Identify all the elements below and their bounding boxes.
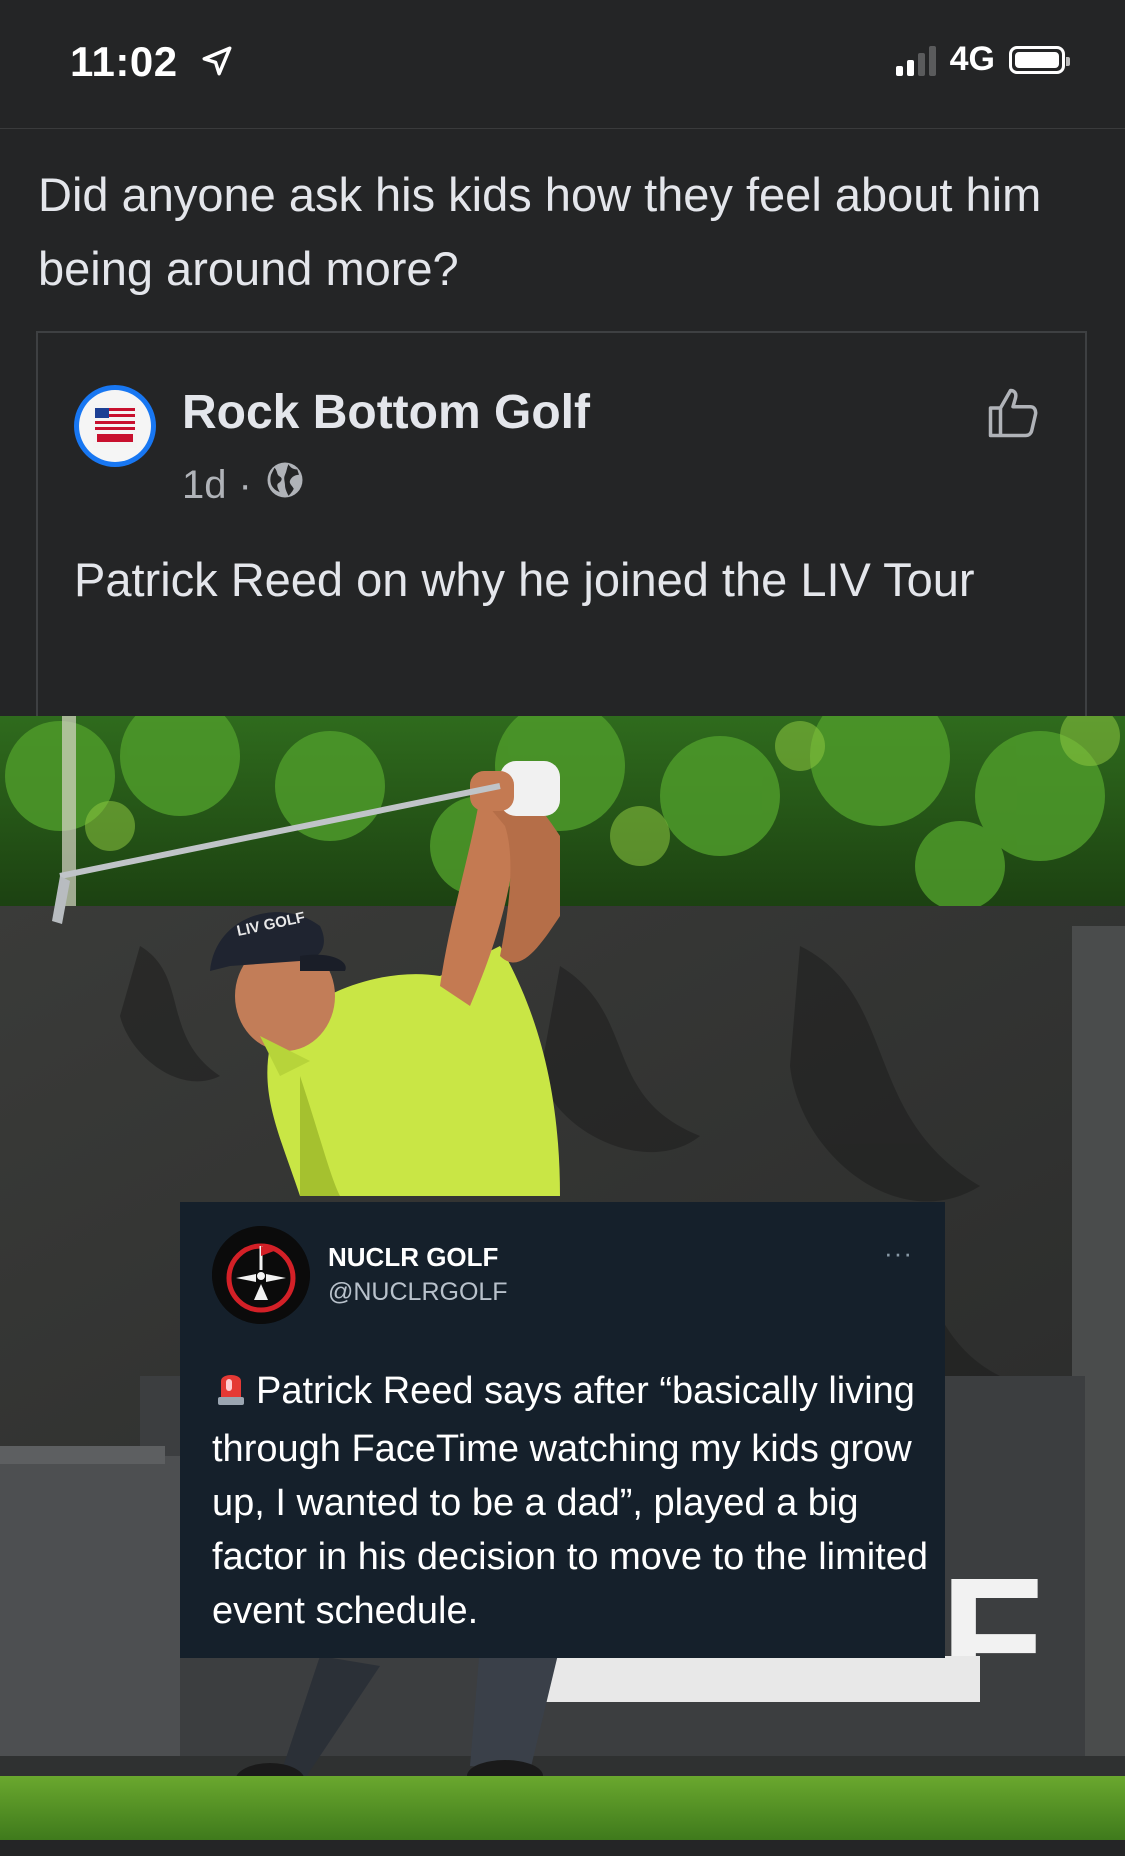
tweet-text: Patrick Reed says after “basically livin…: [212, 1364, 932, 1638]
status-bar: 11:02 4G: [0, 0, 1125, 129]
shared-post-text: Patrick Reed on why he joined the LIV To…: [74, 553, 975, 606]
status-time: 11:02: [70, 38, 178, 85]
sign-text: F: [940, 1543, 1044, 1733]
rock-bottom-golf-logo-icon: [93, 404, 137, 448]
battery-icon: [1009, 45, 1070, 74]
post-text: Did anyone ask his kids how they feel ab…: [38, 168, 1042, 295]
tweet-text-content: Patrick Reed says after “basically livin…: [212, 1370, 929, 1632]
bottom-divider: [0, 1840, 1125, 1856]
signal-icon: [895, 44, 936, 76]
thumbs-up-icon[interactable]: [983, 383, 1043, 448]
siren-icon: [212, 1367, 250, 1422]
post-time: 1d: [182, 462, 227, 507]
golfer-photo[interactable]: F LIV GOLF NUCLR GOLF @NUCLRGOLF ··· Pat…: [0, 716, 1125, 1840]
more-options-icon[interactable]: ···: [884, 1238, 913, 1269]
nuclr-golf-avatar[interactable]: [212, 1226, 310, 1324]
nuclr-logo-icon: [212, 1226, 310, 1324]
tweet-author-handle[interactable]: @NUCLRGOLF: [328, 1278, 508, 1307]
location-arrow-icon: [200, 44, 234, 83]
meta-separator: ·: [238, 462, 252, 507]
post-meta: 1d ·: [182, 459, 306, 511]
network-type: 4G: [949, 40, 995, 78]
tweet-author-name[interactable]: NUCLR GOLF: [328, 1242, 498, 1273]
page-avatar[interactable]: [74, 385, 156, 467]
page-name[interactable]: Rock Bottom Golf: [182, 385, 590, 440]
tweet-card[interactable]: NUCLR GOLF @NUCLRGOLF ··· Patrick Reed s…: [180, 1202, 945, 1658]
shared-post-card[interactable]: Rock Bottom Golf 1d · Patrick Reed on wh…: [36, 331, 1087, 716]
globe-icon: [264, 459, 306, 511]
